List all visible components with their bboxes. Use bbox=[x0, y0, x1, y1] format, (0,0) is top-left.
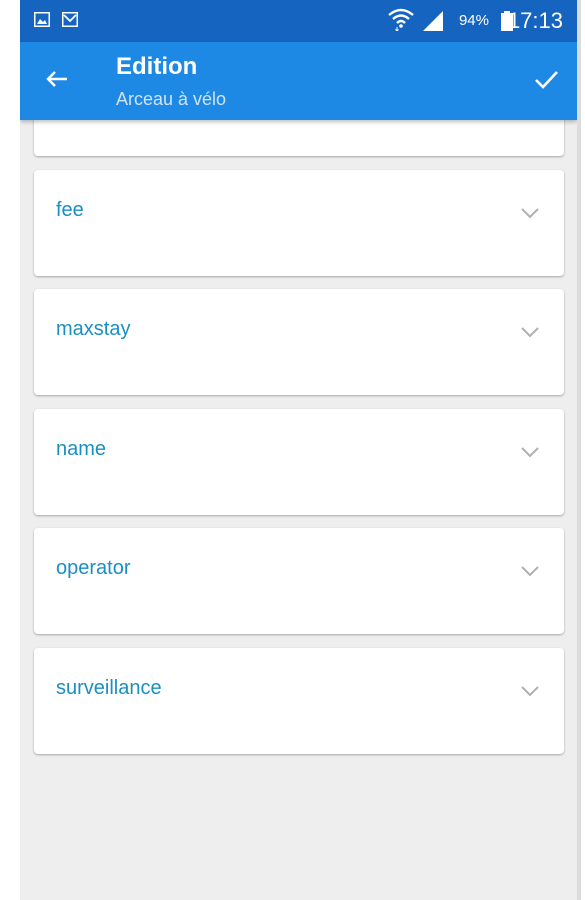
screen-edge bbox=[577, 0, 581, 900]
field-label: fee bbox=[56, 199, 84, 221]
arrow-back-icon bbox=[46, 71, 67, 87]
status-time: 17:13 bbox=[507, 8, 563, 33]
status-bar: 94% 17:13 bbox=[20, 0, 577, 42]
field-card-operator[interactable]: operator bbox=[34, 528, 564, 634]
battery-percent: 94% bbox=[458, 12, 489, 29]
chevron-down-icon[interactable] bbox=[520, 565, 540, 577]
field-card-name[interactable]: name bbox=[34, 409, 564, 515]
page-title: Edition bbox=[116, 53, 198, 80]
page-subtitle: Arceau à vélo bbox=[116, 89, 227, 109]
check-icon bbox=[535, 71, 558, 89]
field-label: maxstay bbox=[56, 318, 131, 340]
field-label: name bbox=[56, 438, 107, 460]
field-card-maxstay[interactable]: maxstay bbox=[34, 289, 564, 395]
field-card-fee[interactable]: fee bbox=[34, 170, 564, 276]
app-bar: Edition Arceau à vélo bbox=[20, 42, 577, 120]
back-button[interactable] bbox=[42, 64, 72, 94]
phone-screen: 94% 17:13 Edition Arceau à vélo fee maxs… bbox=[20, 0, 577, 900]
wifi-icon bbox=[388, 8, 414, 31]
signal-icon bbox=[423, 11, 443, 31]
field-label: surveillance bbox=[56, 677, 162, 699]
chevron-down-icon[interactable] bbox=[520, 685, 540, 697]
gallery-icon bbox=[34, 12, 50, 27]
field-list: fee maxstay name operator surveillance bbox=[20, 100, 577, 900]
chevron-down-icon[interactable] bbox=[520, 326, 540, 338]
mail-icon bbox=[62, 12, 78, 27]
chevron-down-icon[interactable] bbox=[520, 446, 540, 458]
confirm-button[interactable] bbox=[531, 64, 561, 94]
field-card-surveillance[interactable]: surveillance bbox=[34, 648, 564, 754]
chevron-down-icon[interactable] bbox=[520, 207, 540, 219]
field-label: operator bbox=[56, 557, 131, 579]
